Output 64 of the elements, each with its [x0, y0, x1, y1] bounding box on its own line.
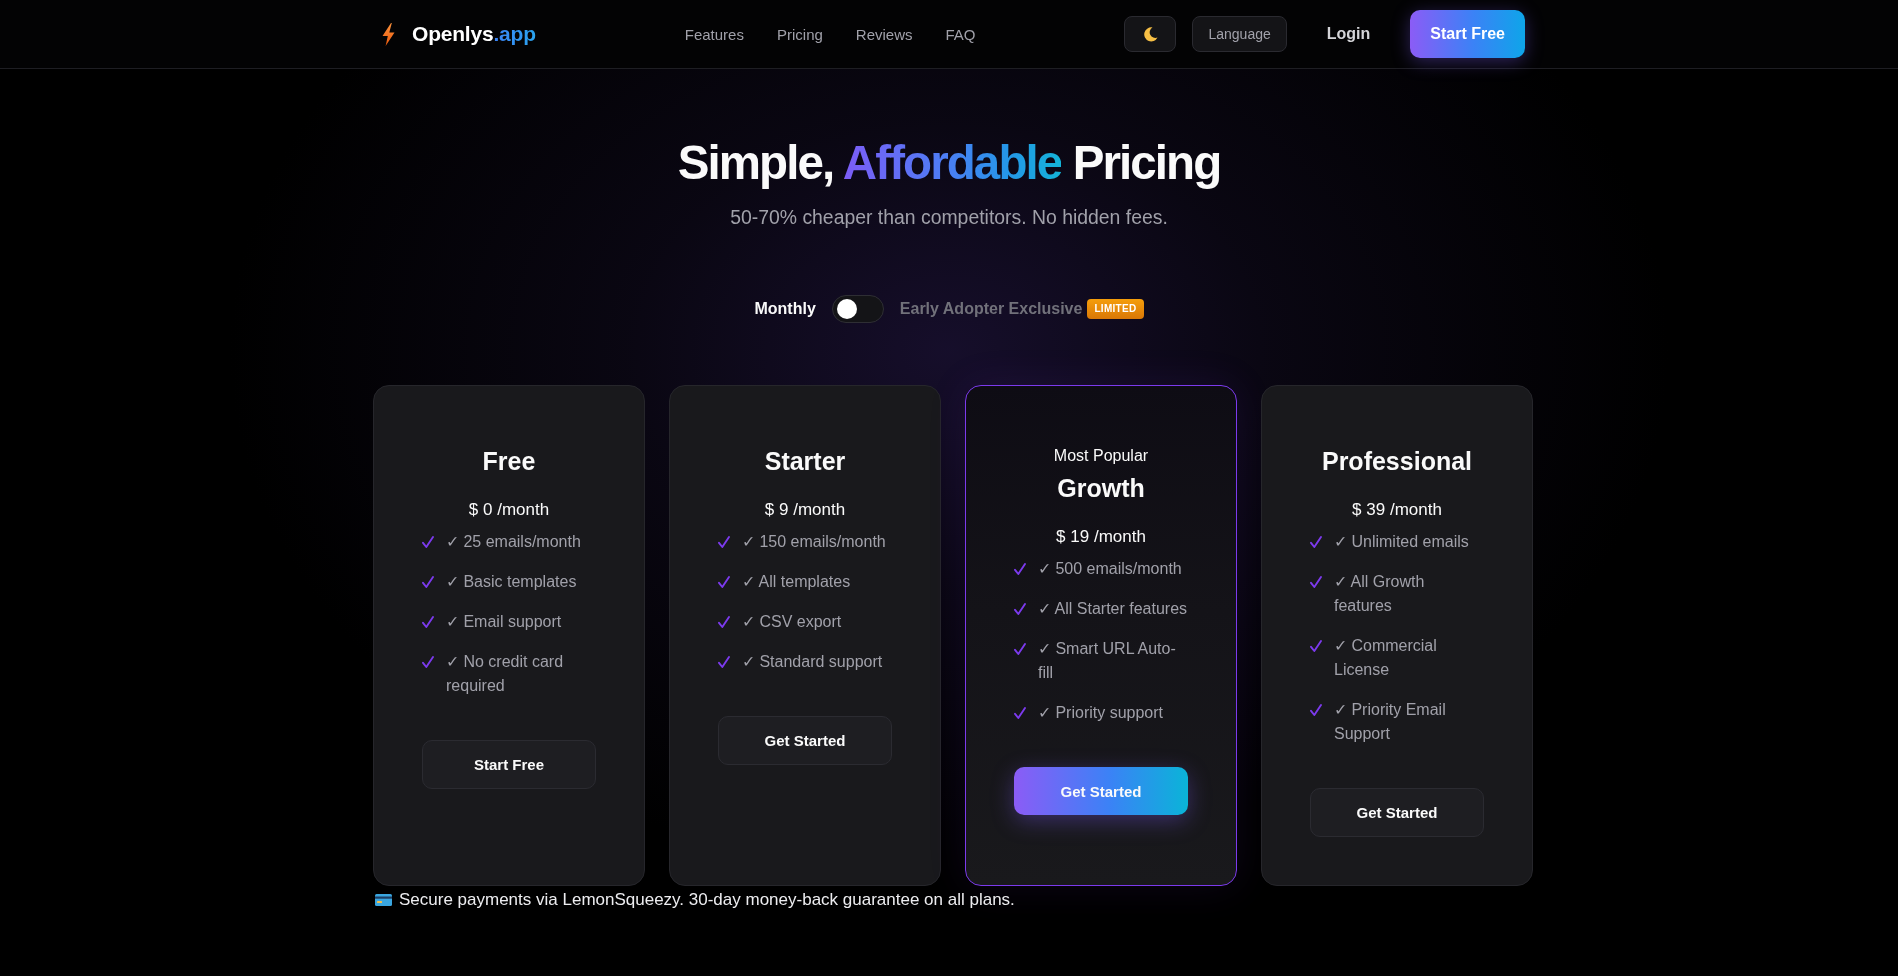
feature-text: ✓ CSV export [742, 612, 843, 632]
check-icon [1014, 643, 1026, 655]
feature-text: ✓ Priority Email Support [1334, 700, 1447, 744]
plan-price: $ 9 /month [764, 499, 846, 521]
feature-text: ✓ 25 emails/month [446, 532, 582, 552]
limited-badge: LIMITED [1087, 299, 1144, 319]
feature-text: ✓ All Starter features [1038, 599, 1188, 619]
feature-text: ✓ 150 emails/month [742, 532, 887, 552]
nav-link[interactable]: FAQ [945, 25, 976, 43]
feature-text: ✓ Unlimited emails [1334, 532, 1470, 552]
feature-text: ✓ 500 emails/month [1038, 559, 1183, 579]
start-free-button[interactable]: Start Free [1410, 10, 1525, 58]
plan-name: Starter [764, 446, 846, 476]
payment-note: Secure payments via LemonSqueezy. 30-day money-back guarantee on all plans. [399, 889, 1015, 911]
logo-text[interactable]: Openlys.app [412, 22, 536, 46]
plan-price: $ 39 /month [1352, 499, 1442, 521]
plan-name: Growth [1057, 473, 1145, 503]
billing-label: Early Adopter Exclusive [899, 300, 1083, 318]
plan-button[interactable]: Get Started [718, 716, 892, 765]
feature-text: ✓ Email support [446, 612, 563, 632]
check-icon [1310, 536, 1322, 548]
nav-link[interactable]: Features [684, 25, 744, 43]
plan-name: Free [482, 446, 536, 476]
plan-name: Professional [1321, 446, 1473, 476]
login-button[interactable]: Login [1302, 15, 1395, 53]
feature-text: ✓ No credit card required [446, 652, 565, 696]
language-button[interactable]: Language [1192, 16, 1287, 52]
plan-button[interactable]: Start Free [422, 740, 596, 789]
check-icon [1310, 576, 1322, 588]
page-subtitle: 50-70% cheaper than competitors. No hidden fees. [730, 205, 1168, 230]
feature-text: ✓ Priority support [1038, 703, 1165, 723]
credit-card-icon [375, 894, 392, 906]
popular-label: Most Popular [1053, 446, 1149, 466]
check-icon [422, 656, 434, 668]
theme-toggle-button[interactable] [1124, 16, 1177, 52]
check-icon [718, 656, 730, 668]
page-title: Simple, Affordable Pricing [677, 135, 1221, 191]
plan-price: $ 19 /month [1056, 526, 1146, 548]
billing-label: Monthly [754, 300, 816, 318]
check-icon [1014, 603, 1026, 615]
check-icon [422, 536, 434, 548]
check-icon [718, 536, 730, 548]
feature-text: ✓ Commercial License [1334, 636, 1438, 680]
feature-text: ✓ Standard support [742, 652, 884, 672]
feature-text: ✓ All templates [742, 572, 852, 592]
nav-link[interactable]: Pricing [776, 25, 823, 43]
check-icon [1310, 640, 1322, 652]
feature-text: ✓ All Growth features [1334, 572, 1426, 616]
check-icon [1014, 563, 1026, 575]
check-icon [718, 616, 730, 628]
check-icon [422, 616, 434, 628]
crescent-moon-icon [1142, 26, 1158, 42]
feature-text: ✓ Smart URL Auto-fill [1038, 639, 1177, 683]
check-icon [718, 576, 730, 588]
plan-button[interactable]: Get Started [1014, 767, 1188, 815]
nav-link[interactable]: Reviews [855, 25, 913, 43]
billing-switch[interactable] [831, 295, 884, 323]
check-icon [1014, 707, 1026, 719]
lightning-bolt-icon [382, 22, 395, 46]
check-icon [422, 576, 434, 588]
check-icon [1310, 704, 1322, 716]
feature-text: ✓ Basic templates [446, 572, 578, 592]
plan-price: $ 0 /month [468, 499, 550, 521]
plan-button[interactable]: Get Started [1310, 788, 1484, 837]
